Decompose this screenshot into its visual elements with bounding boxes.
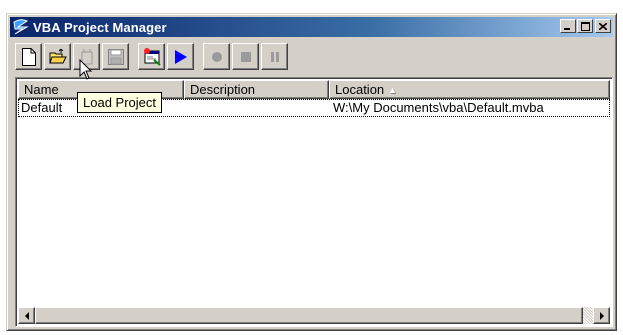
vba-editor-button[interactable] — [138, 43, 165, 70]
maximize-icon — [580, 21, 590, 31]
load-project-icon — [48, 48, 67, 63]
record-icon — [211, 51, 222, 62]
column-header-location[interactable]: Location ▲ — [329, 80, 610, 99]
column-header-label: Location — [335, 82, 385, 97]
column-header-description[interactable]: Description — [184, 80, 329, 99]
project-location: W:\My Documents\vba\Default.mvba — [333, 100, 544, 115]
sort-ascending-icon: ▲ — [388, 85, 398, 95]
run-macro-icon — [174, 49, 187, 64]
pause-button[interactable] — [261, 43, 288, 70]
arrow-right-icon — [599, 311, 604, 320]
horizontal-scrollbar[interactable] — [18, 307, 610, 324]
scroll-right-button[interactable] — [593, 307, 610, 324]
new-project-button[interactable] — [15, 43, 42, 70]
new-project-icon — [21, 47, 36, 66]
maximize-button[interactable] — [577, 19, 593, 33]
scroll-left-button[interactable] — [18, 307, 35, 324]
project-list[interactable]: Name Description Location ▲ Default W:\My… — [15, 77, 613, 327]
tooltip: Load Project — [77, 92, 162, 113]
toolbar — [15, 41, 290, 72]
column-header-label: Name — [24, 82, 59, 97]
title-bar[interactable]: VBA Project Manager — [10, 17, 613, 37]
mouse-pointer-icon — [79, 59, 93, 80]
save-project-icon — [107, 48, 124, 65]
project-name: Default — [21, 100, 63, 115]
stop-button[interactable] — [232, 43, 259, 70]
window-title: VBA Project Manager — [33, 19, 167, 35]
vba-editor-icon — [143, 47, 161, 66]
stop-icon — [240, 51, 251, 62]
close-icon — [599, 22, 607, 30]
vba-project-manager-window: VBA Project Manager Name Description Loc… — [6, 13, 617, 331]
vba-logo-icon — [12, 18, 30, 36]
column-header-label: Description — [190, 82, 256, 97]
scroll-thumb[interactable] — [35, 307, 583, 324]
pause-icon — [270, 51, 279, 62]
close-button[interactable] — [595, 19, 611, 33]
arrow-left-icon — [24, 311, 29, 320]
load-project-button[interactable] — [44, 43, 71, 70]
save-project-button[interactable] — [102, 43, 129, 70]
record-button[interactable] — [203, 43, 230, 70]
minimize-icon — [564, 28, 570, 30]
minimize-button[interactable] — [560, 19, 576, 33]
run-macro-button[interactable] — [167, 43, 194, 70]
